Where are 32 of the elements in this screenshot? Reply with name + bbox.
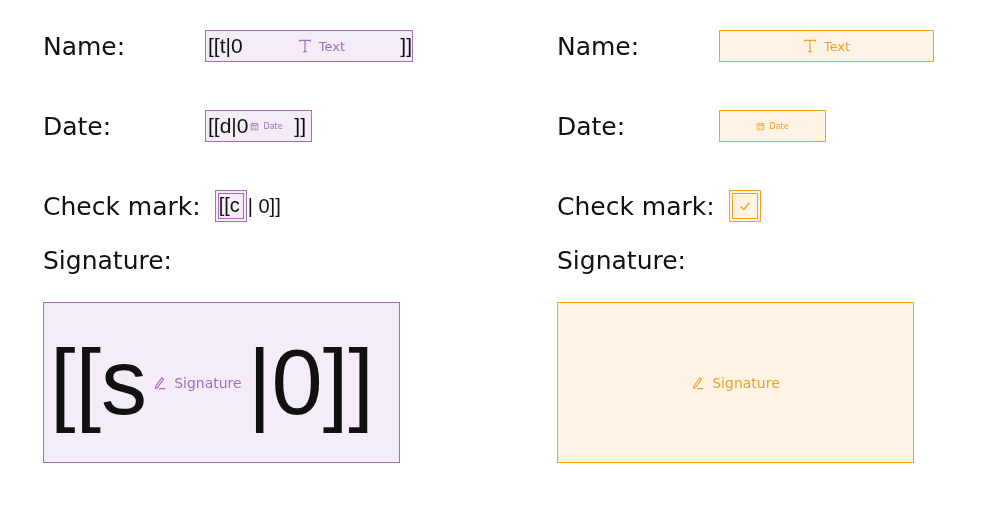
placeholder-text: Date [263,121,283,131]
field-label: Check mark: [43,191,201,221]
field-label: Signature: [557,246,688,275]
placeholder-text: Date [769,121,789,131]
text-icon [297,39,312,53]
placeholder-text: Text [318,38,346,54]
template-tag: [[t|0 [206,33,243,59]
template-tag: |0]] [247,329,374,436]
template-tag: | 0]] [247,194,281,218]
field-label: Signature: [43,246,174,275]
date-field[interactable]: [[d|0 Date ]] [205,110,312,142]
placeholder-text: Signature [174,374,242,391]
text-field[interactable]: [[t|0 Text ]] [205,30,413,62]
field-label: Name: [557,31,641,61]
checkbox[interactable]: [[c [214,190,247,222]
template-tag: ]] [294,113,311,139]
field-label: Date: [557,111,627,141]
field-label: Date: [43,111,113,141]
pencil-icon [691,375,706,390]
template-tag: ]] [400,33,412,59]
placeholder-text: Text [823,38,851,54]
checkbox[interactable] [728,190,761,222]
placeholder-text: Signature [712,374,780,391]
field-label: Name: [43,31,127,61]
calendar-icon [250,121,260,131]
template-tag: [[d|0 [206,113,249,139]
field-label: Check mark: [557,191,715,221]
template-tag: [[s [44,329,148,436]
template-tag: [[c [218,194,240,217]
calendar-icon [756,121,766,131]
text-icon [802,39,817,53]
pencil-icon [153,375,168,390]
